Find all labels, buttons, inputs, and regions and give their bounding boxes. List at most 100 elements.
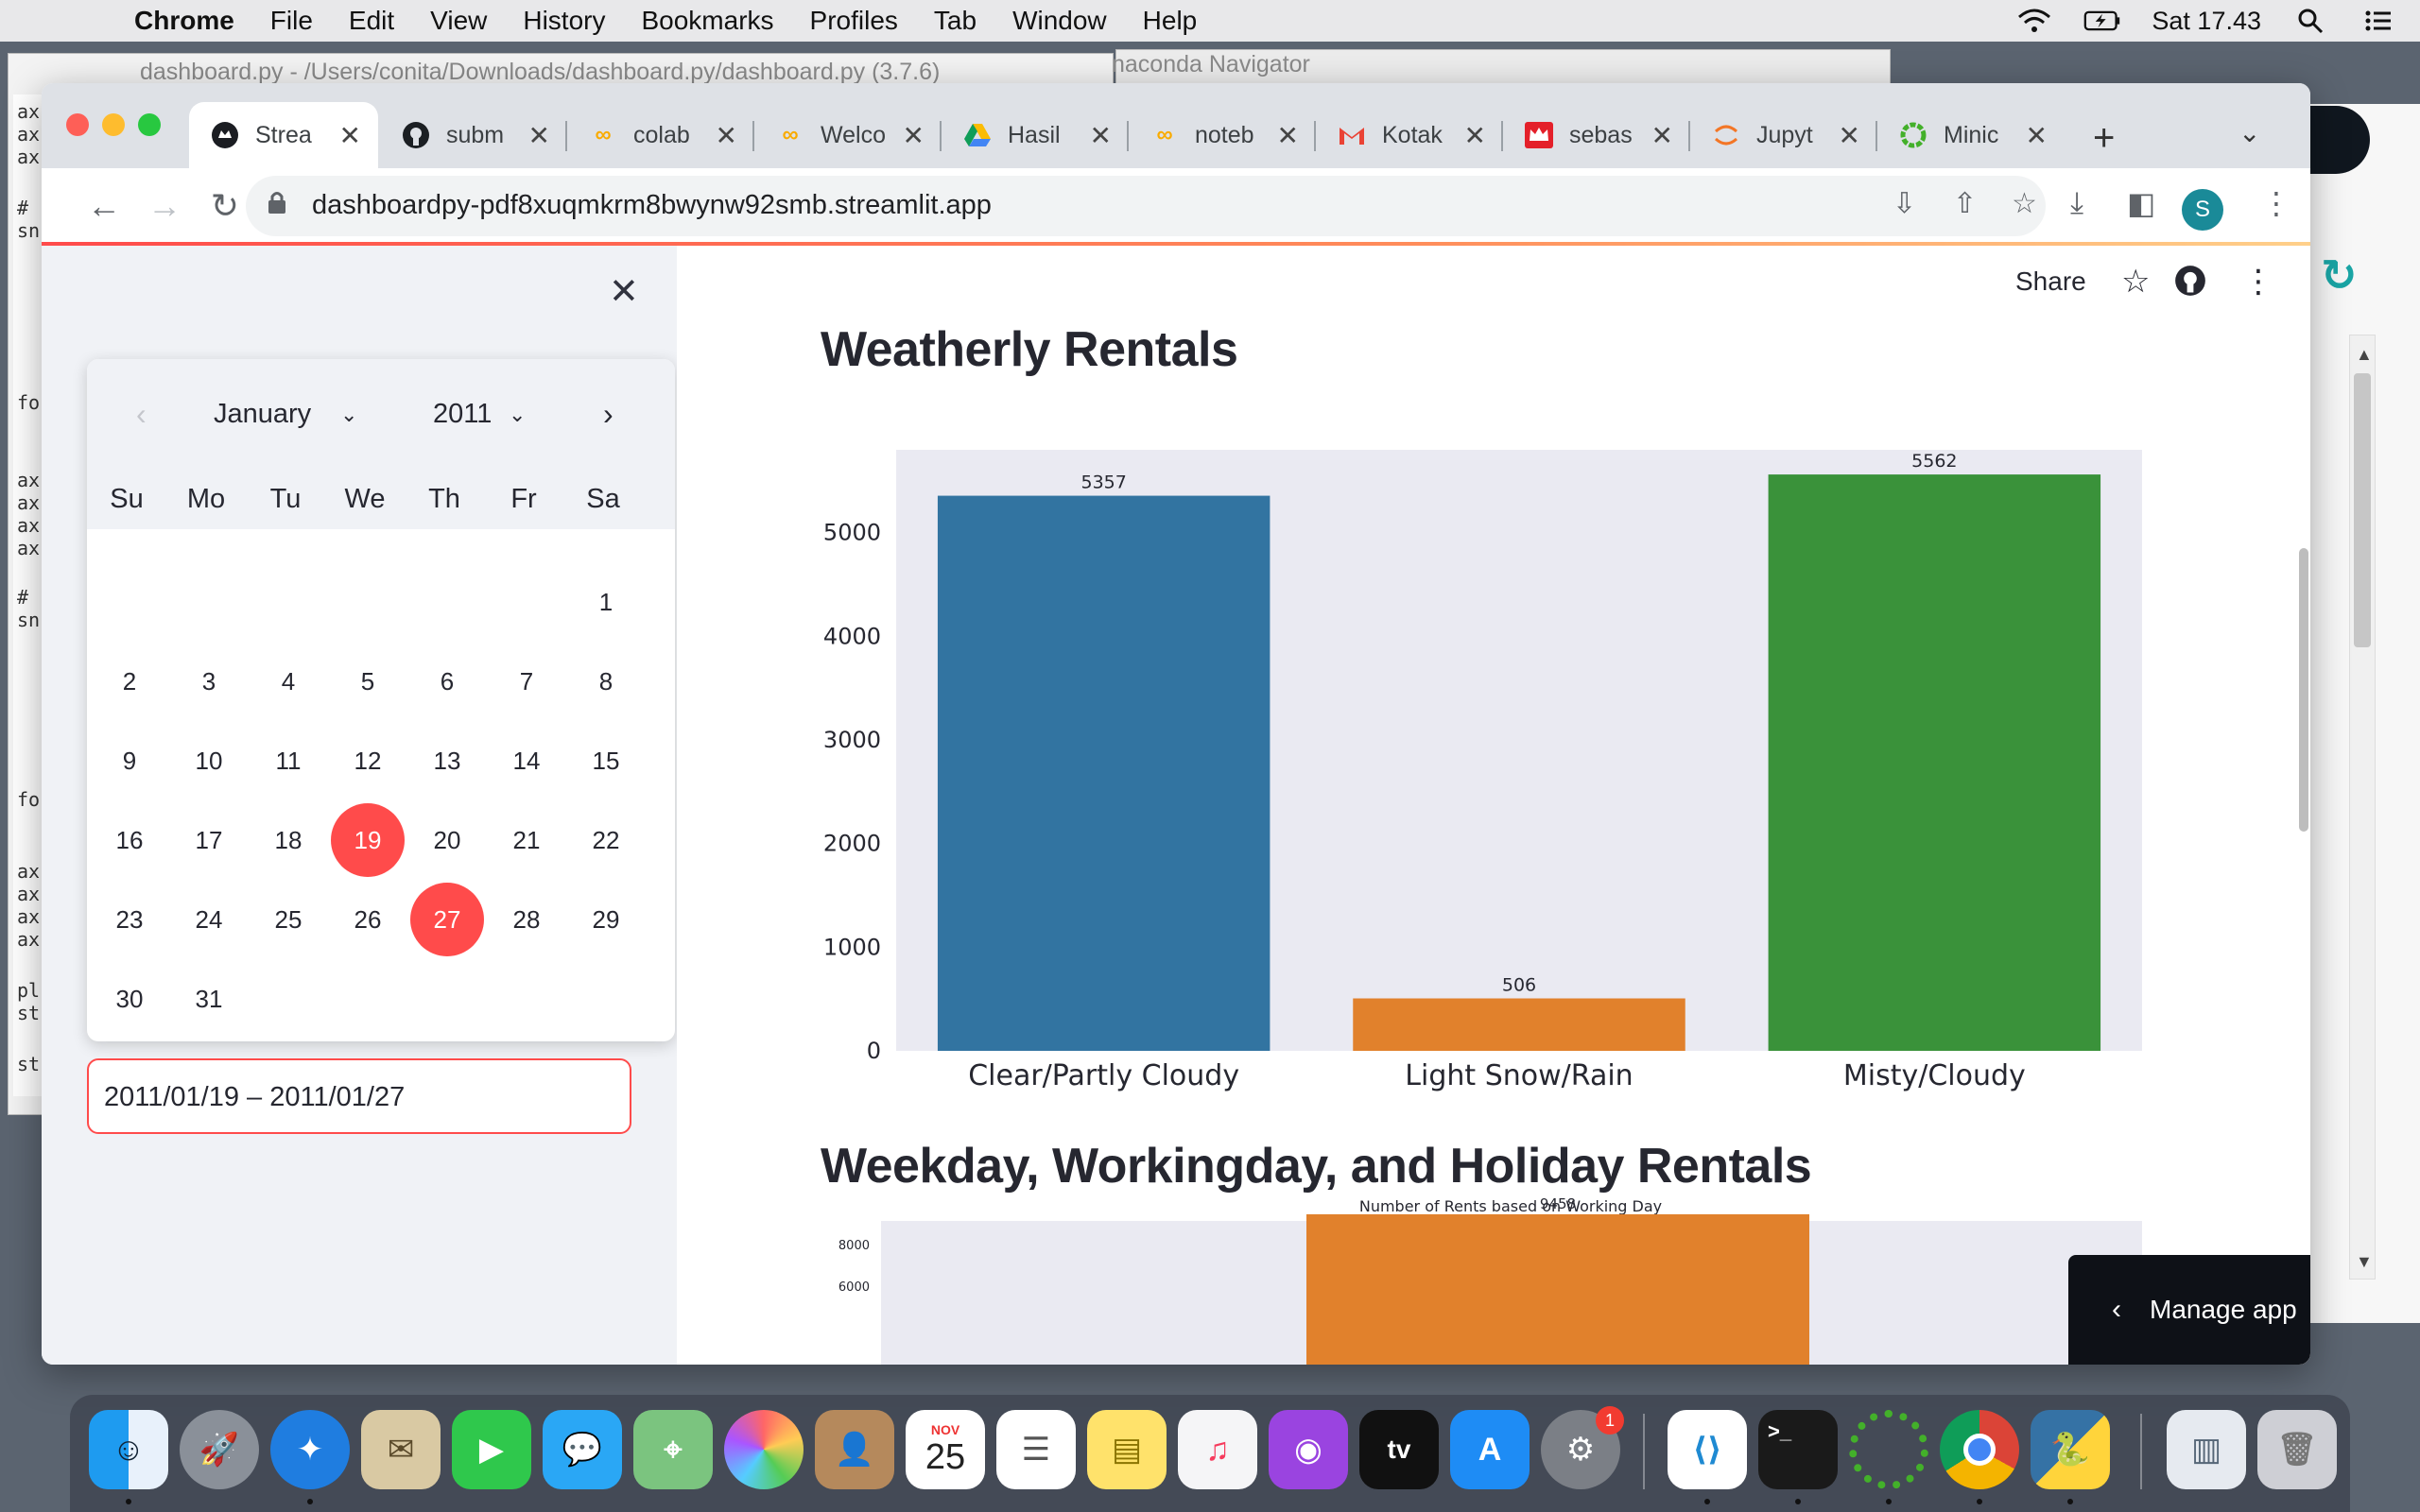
calendar-day-26[interactable]: 26 bbox=[331, 883, 405, 956]
vscode-icon[interactable]: ⟨⟩ bbox=[1668, 1410, 1747, 1489]
calendar-day-22[interactable]: 22 bbox=[569, 803, 643, 877]
menu-app-name[interactable]: Chrome bbox=[134, 6, 234, 36]
calendar-day-29[interactable]: 29 bbox=[569, 883, 643, 956]
calendar-day-15[interactable]: 15 bbox=[569, 724, 643, 798]
close-tab-icon[interactable]: ✕ bbox=[903, 120, 925, 151]
window-zoom-button[interactable] bbox=[138, 113, 161, 136]
maps-icon[interactable]: ⌖ bbox=[633, 1410, 713, 1489]
tab-google-drive[interactable]: Hasil ✕ bbox=[942, 102, 1129, 168]
back-arrow-icon[interactable]: ← bbox=[81, 183, 127, 229]
calendar-day-16[interactable]: 16 bbox=[93, 803, 166, 877]
tab-search-chevron-icon[interactable]: ⌄ bbox=[2238, 117, 2260, 148]
calendar-day-25[interactable]: 25 bbox=[251, 883, 325, 956]
calendar-day-10[interactable]: 10 bbox=[172, 724, 246, 798]
calendar-day-18[interactable]: 18 bbox=[251, 803, 325, 877]
trash-icon[interactable]: 🗑 bbox=[2257, 1410, 2337, 1489]
tab-welcome-colab[interactable]: ∞ Welco ✕ bbox=[754, 102, 942, 168]
calendar-day-17[interactable]: 17 bbox=[172, 803, 246, 877]
close-tab-icon[interactable]: ✕ bbox=[2026, 120, 2048, 151]
refresh-icon[interactable]: ↻ bbox=[2321, 249, 2358, 301]
calendar-day-13[interactable]: 13 bbox=[410, 724, 484, 798]
tab-colab[interactable]: ∞ colab ✕ bbox=[567, 102, 754, 168]
calendar-day-2[interactable]: 2 bbox=[93, 644, 166, 718]
calendar-day-1[interactable]: 1 bbox=[569, 565, 643, 639]
notes-icon[interactable]: ▤ bbox=[1087, 1410, 1167, 1489]
close-tab-icon[interactable]: ✕ bbox=[528, 120, 550, 151]
dark-pill-button[interactable] bbox=[2308, 106, 2370, 174]
close-tab-icon[interactable]: ✕ bbox=[1651, 120, 1673, 151]
facetime-icon[interactable]: ▶ bbox=[452, 1410, 531, 1489]
messages-icon[interactable]: 💬 bbox=[543, 1410, 622, 1489]
calendar-day-3[interactable]: 3 bbox=[172, 644, 246, 718]
tab-streamlit[interactable]: Strea ✕ bbox=[189, 102, 378, 168]
close-tab-icon[interactable]: ✕ bbox=[1090, 120, 1112, 151]
close-tab-icon[interactable]: ✕ bbox=[1839, 120, 1860, 151]
side-panel-icon[interactable]: ◧ bbox=[2127, 185, 2155, 221]
favorite-star-icon[interactable]: ☆ bbox=[2121, 263, 2150, 301]
calendar-day-14[interactable]: 14 bbox=[490, 724, 563, 798]
close-sidebar-icon[interactable]: ✕ bbox=[609, 270, 639, 313]
apple-menu-icon[interactable] bbox=[34, 0, 87, 42]
finder-icon[interactable]: ☺ bbox=[89, 1410, 168, 1489]
menu-file[interactable]: File bbox=[270, 6, 313, 36]
close-tab-icon[interactable]: ✕ bbox=[339, 120, 361, 151]
calendar-day-19[interactable]: 19 bbox=[331, 803, 405, 877]
calendar-day-23[interactable]: 23 bbox=[93, 883, 166, 956]
menu-tab[interactable]: Tab bbox=[934, 6, 977, 36]
close-tab-icon[interactable]: ✕ bbox=[716, 120, 737, 151]
menu-bookmarks[interactable]: Bookmarks bbox=[641, 6, 773, 36]
url-text[interactable]: dashboardpy-pdf8xuqmkrm8bwynw92smb.strea… bbox=[312, 190, 992, 221]
reminders-icon[interactable]: ☰ bbox=[996, 1410, 1076, 1489]
tab-github[interactable]: subm ✕ bbox=[380, 102, 567, 168]
background-scrollbar[interactable]: ▲ ▼ bbox=[2349, 335, 2376, 1280]
forward-arrow-icon[interactable]: → bbox=[142, 183, 187, 229]
calendar-day-27[interactable]: 27 bbox=[410, 883, 484, 956]
tab-miniconda[interactable]: Minic ✕ bbox=[1877, 102, 2065, 168]
date-range-input-container[interactable] bbox=[87, 1058, 631, 1134]
calendar-day-9[interactable]: 9 bbox=[93, 724, 166, 798]
calendar-day-20[interactable]: 20 bbox=[410, 803, 484, 877]
previous-month-icon[interactable]: ‹ bbox=[136, 397, 147, 432]
app-store-icon[interactable]: A bbox=[1450, 1410, 1530, 1489]
calendar-day-31[interactable]: 31 bbox=[172, 962, 246, 1036]
month-select[interactable]: January bbox=[214, 399, 311, 430]
calendar-day-6[interactable]: 6 bbox=[410, 644, 484, 718]
wifi-icon[interactable] bbox=[2015, 7, 2053, 35]
profile-avatar[interactable]: S bbox=[2182, 189, 2223, 231]
menu-view[interactable]: View bbox=[430, 6, 487, 36]
main-scrollbar[interactable] bbox=[2299, 548, 2308, 832]
menu-profiles[interactable]: Profiles bbox=[810, 6, 898, 36]
photos-icon[interactable] bbox=[724, 1410, 804, 1489]
spotlight-search-icon[interactable] bbox=[2291, 7, 2329, 35]
calendar-day-30[interactable]: 30 bbox=[93, 962, 166, 1036]
safari-icon[interactable]: ✦ bbox=[270, 1410, 350, 1489]
menu-window[interactable]: Window bbox=[1012, 6, 1107, 36]
calendar-day-8[interactable]: 8 bbox=[569, 644, 643, 718]
year-select[interactable]: 2011 bbox=[433, 399, 492, 430]
chrome-icon[interactable] bbox=[1940, 1410, 2019, 1489]
calendar-day-24[interactable]: 24 bbox=[172, 883, 246, 956]
calendar-day-21[interactable]: 21 bbox=[490, 803, 563, 877]
calendar-day-11[interactable]: 11 bbox=[251, 724, 325, 798]
month-dropdown-chevron-icon[interactable]: ⌄ bbox=[340, 403, 357, 427]
calendar-day-28[interactable]: 28 bbox=[490, 883, 563, 956]
anaconda-navigator-icon[interactable] bbox=[1849, 1410, 1928, 1489]
tab-jupyter[interactable]: Jupyt ✕ bbox=[1690, 102, 1877, 168]
menu-help[interactable]: Help bbox=[1143, 6, 1198, 36]
install-app-icon[interactable]: ⇩ bbox=[1893, 187, 1916, 220]
next-month-icon[interactable]: › bbox=[603, 397, 614, 432]
tab-sebas[interactable]: sebas ✕ bbox=[1503, 102, 1690, 168]
calendar-day-7[interactable]: 7 bbox=[490, 644, 563, 718]
launchpad-icon[interactable]: 🚀 bbox=[180, 1410, 259, 1489]
calendar-day-12[interactable]: 12 bbox=[331, 724, 405, 798]
menu-clock[interactable]: Sat 17.43 bbox=[2152, 7, 2261, 36]
terminal-icon[interactable]: >_ bbox=[1758, 1410, 1838, 1489]
new-tab-plus-icon[interactable]: + bbox=[2093, 117, 2115, 160]
window-close-button[interactable] bbox=[66, 113, 89, 136]
menu-edit[interactable]: Edit bbox=[349, 6, 394, 36]
python-launcher-icon[interactable]: 🐍 bbox=[2031, 1410, 2110, 1489]
tab-gmail[interactable]: Kotak ✕ bbox=[1316, 102, 1503, 168]
share-page-icon[interactable]: ⇧ bbox=[1953, 187, 1977, 220]
podcasts-icon[interactable]: ◉ bbox=[1269, 1410, 1348, 1489]
reload-icon[interactable]: ↻ bbox=[202, 183, 248, 229]
